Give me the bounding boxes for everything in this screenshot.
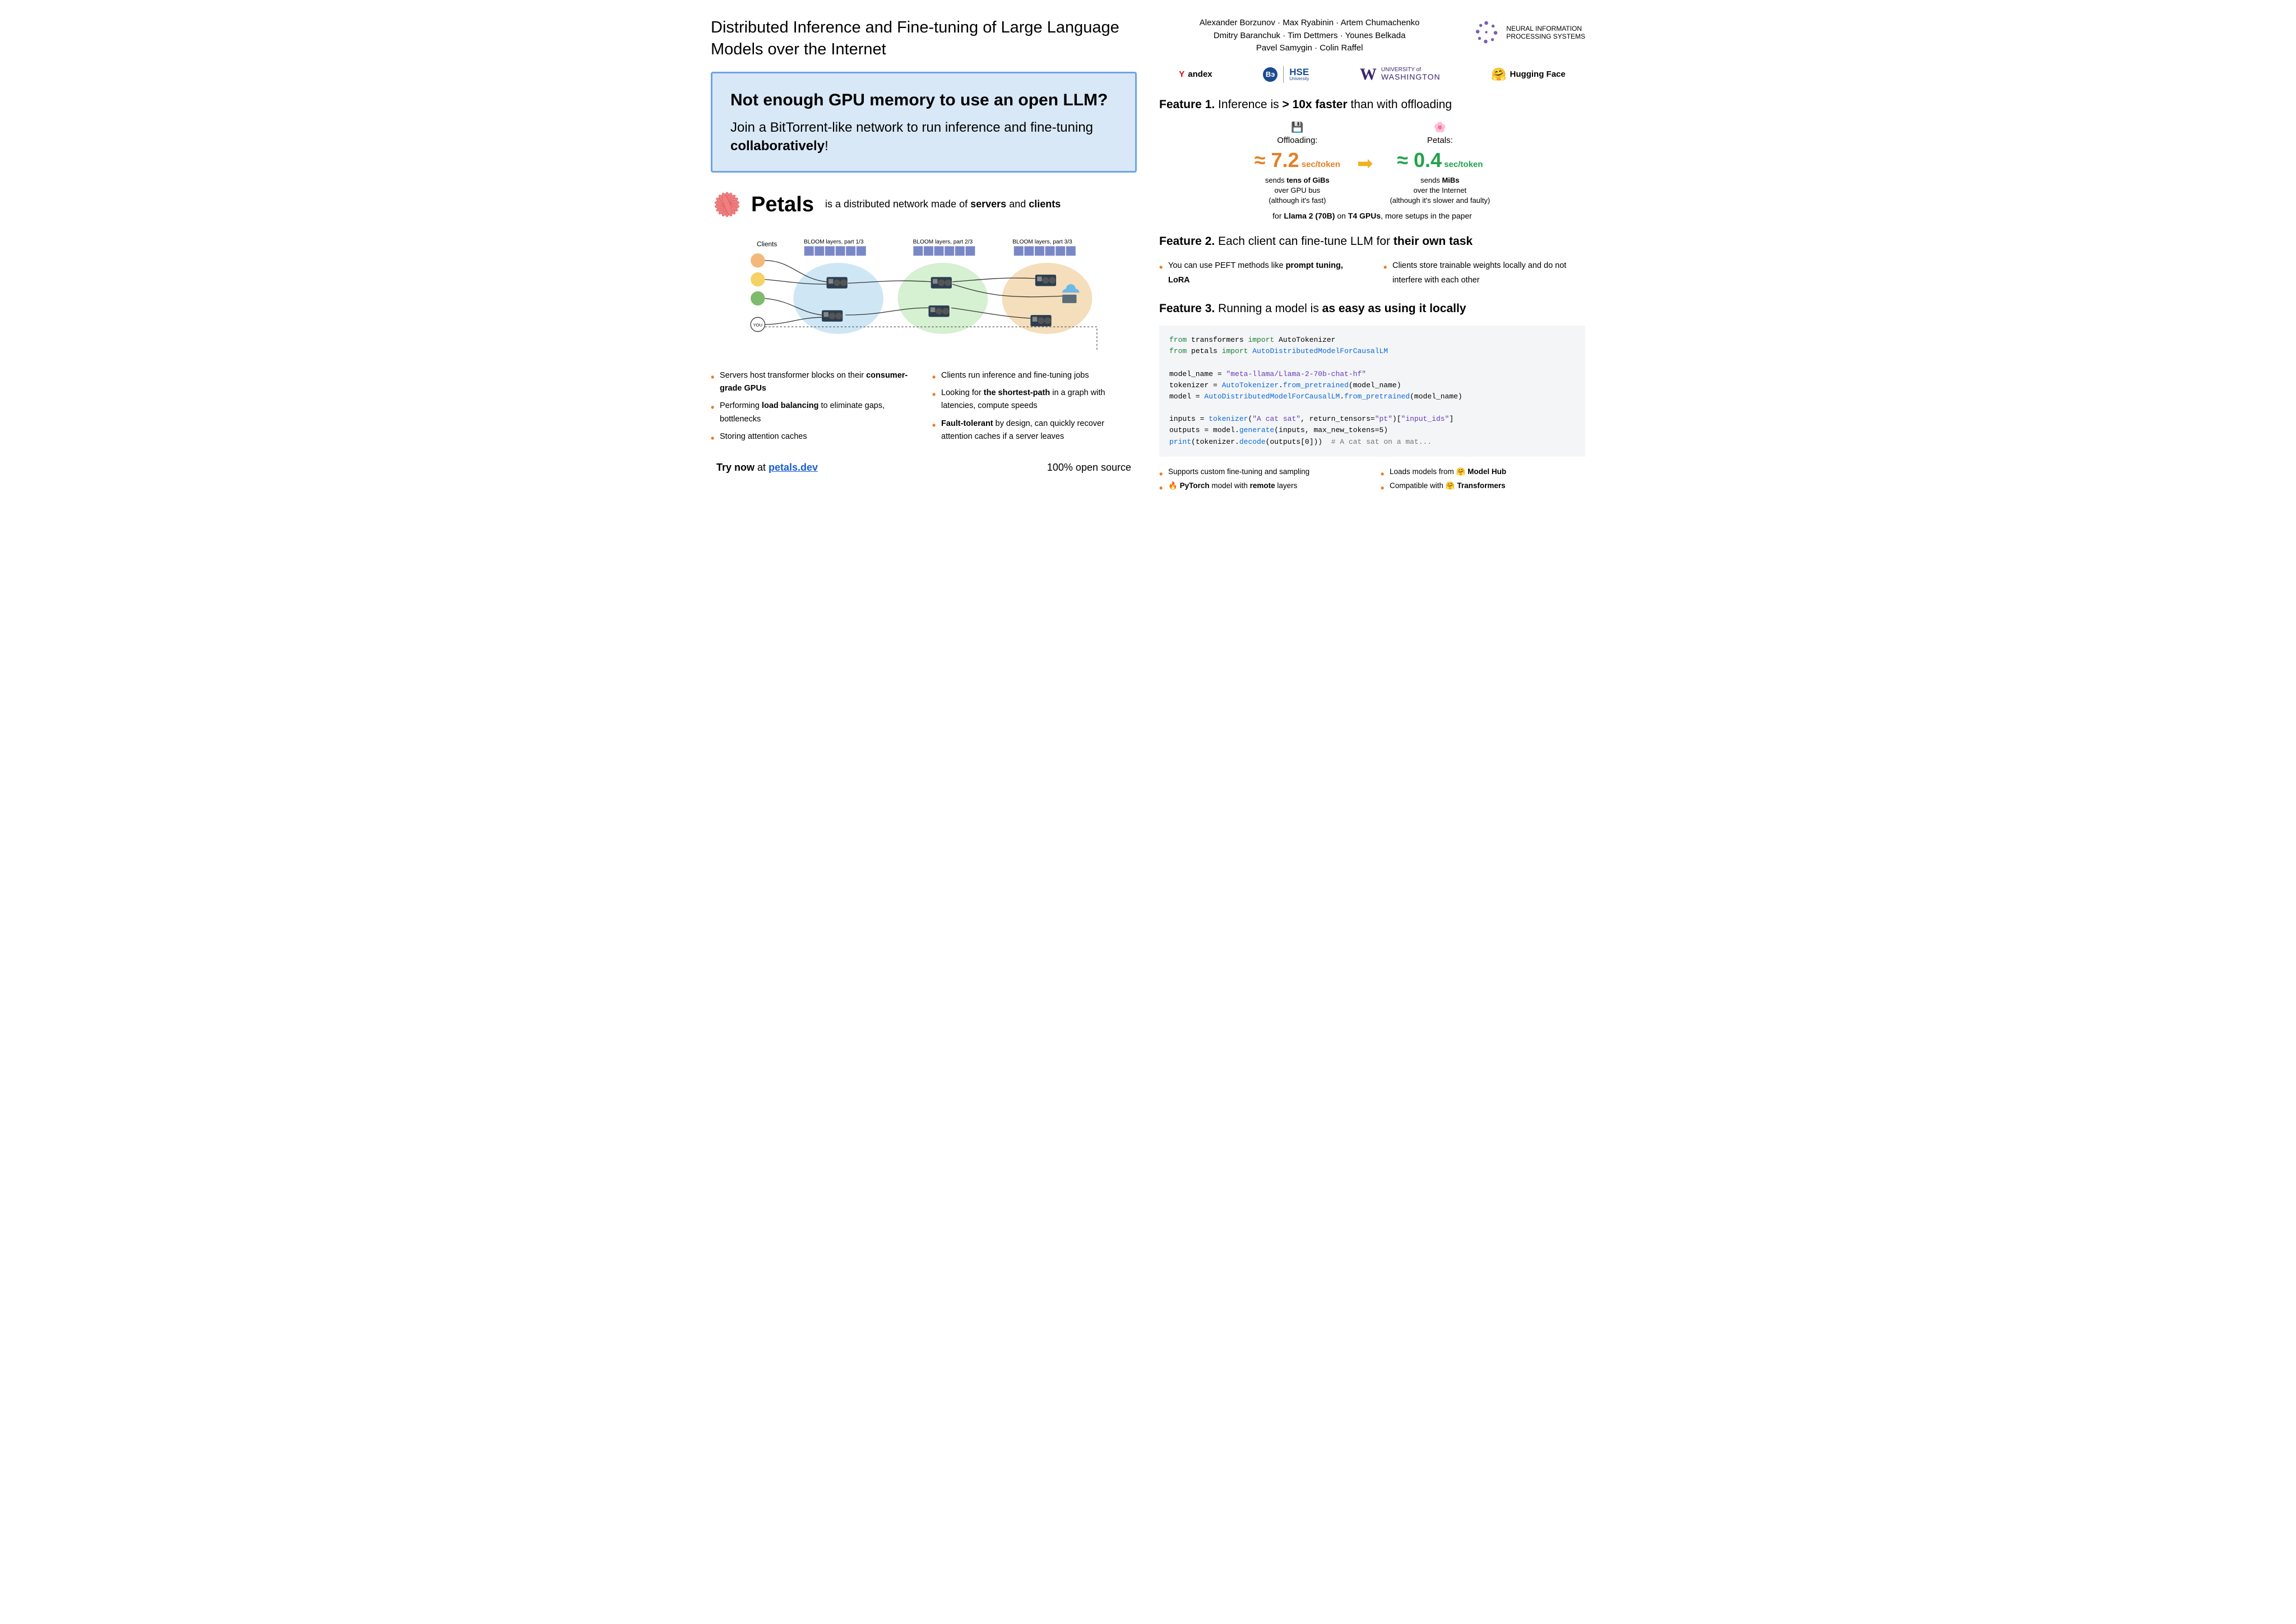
- svg-text:BLOOM layers, part 3/3: BLOOM layers, part 3/3: [1012, 239, 1072, 245]
- hse-logo: Вэ HSEUniversity: [1263, 66, 1309, 83]
- arrow-right-icon: ➡: [1357, 152, 1373, 175]
- code-example: from transformers import AutoTokenizer f…: [1159, 326, 1585, 456]
- server-client-lists: Servers host transformer blocks on their…: [711, 369, 1137, 448]
- yandex-logo: YYandexandex: [1179, 69, 1212, 79]
- hf-logo: 🤗Hugging Face: [1491, 67, 1566, 82]
- petals-flower-icon: [711, 188, 743, 221]
- disk-icon: 💾: [1255, 122, 1340, 133]
- feature2-lists: You can use PEFT methods like prompt tun…: [1159, 258, 1585, 287]
- servers-list: Servers host transformer blocks on their…: [711, 369, 915, 448]
- clients-label: Clients: [757, 240, 777, 248]
- architecture-diagram: Clients BLOOM layers, part 1/3 BLOOM lay…: [711, 232, 1137, 355]
- flower-small-icon: 🌸: [1390, 122, 1490, 133]
- svg-text:YOU: YOU: [753, 322, 763, 327]
- feature1-title: Feature 1. Inference is > 10x faster tha…: [1159, 98, 1585, 112]
- uw-logo: W UNIVERSITY ofWASHINGTON: [1360, 65, 1441, 84]
- try-now: Try now at petals.dev: [716, 462, 818, 474]
- petals-desc: is a distributed network made of servers…: [825, 197, 1061, 211]
- callout-heading: Not enough GPU memory to use an open LLM…: [730, 89, 1117, 111]
- authors: Alexander Borzunov · Max Ryabinin · Arte…: [1159, 17, 1460, 55]
- feature1-footnote: for Llama 2 (70B) on T4 GPUs, more setup…: [1159, 211, 1585, 220]
- clients-list: Clients run inference and fine-tuning jo…: [932, 369, 1137, 448]
- feature2-title: Feature 2. Each client can fine-tune LLM…: [1159, 235, 1585, 248]
- svg-text:BLOOM layers, part 1/3: BLOOM layers, part 1/3: [804, 239, 864, 245]
- speed-comparison: 💾 Offloading: ≈ 7.2 sec/token sends tens…: [1159, 122, 1585, 206]
- petals-link[interactable]: petals.dev: [769, 462, 818, 473]
- callout-body: Join a BitTorrent-like network to run in…: [730, 119, 1117, 155]
- open-source-label: 100% open source: [1047, 462, 1131, 474]
- neurips-logo: NEURAL INFORMATION PROCESSING SYSTEMS: [1471, 17, 1585, 48]
- feature3-lists: Supports custom fine-tuning and sampling…: [1159, 465, 1585, 493]
- poster-title: Distributed Inference and Fine-tuning of…: [711, 17, 1137, 61]
- petals-header: Petals is a distributed network made of …: [711, 188, 1137, 221]
- petals-name: Petals: [751, 193, 814, 217]
- affiliation-logos: YYandexandex Вэ HSEUniversity W UNIVERSI…: [1159, 65, 1585, 84]
- feature3-title: Feature 3. Running a model is as easy as…: [1159, 302, 1585, 315]
- callout-box: Not enough GPU memory to use an open LLM…: [711, 72, 1137, 173]
- svg-text:BLOOM layers, part 2/3: BLOOM layers, part 2/3: [913, 239, 973, 245]
